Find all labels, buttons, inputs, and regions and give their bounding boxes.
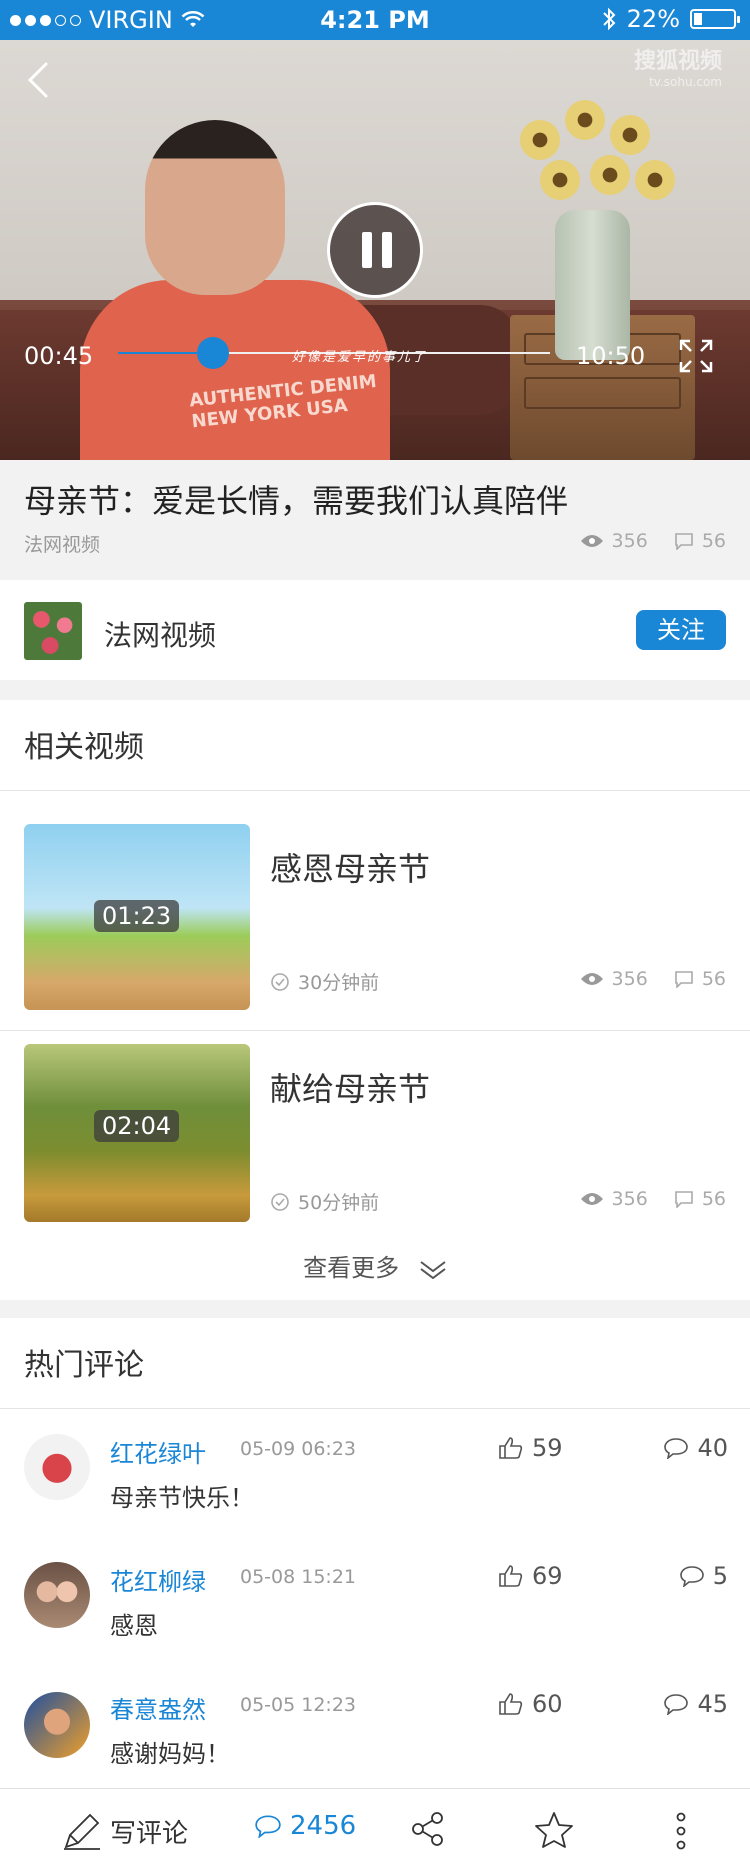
comments-count-button[interactable]: 2456 xyxy=(254,1811,356,1841)
like-button[interactable]: 59 xyxy=(498,1434,563,1462)
watermark-text: 搜狐视频 xyxy=(633,49,722,74)
comment-bubble-icon xyxy=(675,1191,693,1208)
avatar[interactable] xyxy=(24,1434,90,1500)
comments-heading: 热门评论 xyxy=(24,1348,144,1383)
battery-icon xyxy=(690,9,740,29)
video-frame-flowers xyxy=(510,100,680,230)
comment-date: 05-09 06:23 xyxy=(240,1438,357,1460)
video-info: 母亲节：爱是长情，需要我们认真陪伴 法网视频 356 56 xyxy=(0,460,750,580)
comment-text: 感谢妈妈！ xyxy=(110,1740,230,1768)
related-videos-section: 相关视频 01:23 感恩母亲节 30分钟前 356 56 02:04 献给母亲… xyxy=(0,700,750,1300)
view-count: 356 xyxy=(580,968,648,990)
clock-icon xyxy=(271,972,289,991)
view-count: 356 xyxy=(580,530,648,552)
comment-bubble-icon xyxy=(679,1566,704,1587)
reply-button[interactable]: 40 xyxy=(663,1434,728,1462)
see-more-button[interactable]: 查看更多 xyxy=(0,1248,750,1283)
related-title[interactable]: 感恩母亲节 xyxy=(270,844,430,890)
double-chevron-down-icon xyxy=(420,1261,446,1280)
comment-text: 母亲节快乐！ xyxy=(110,1484,254,1512)
video-title: 母亲节：爱是长情，需要我们认真陪伴 xyxy=(24,482,569,520)
current-time: 00:45 xyxy=(24,342,94,370)
comment-count: 56 xyxy=(674,968,726,990)
comment-date: 05-05 12:23 xyxy=(240,1694,357,1716)
avatar[interactable] xyxy=(24,1562,90,1628)
eye-icon xyxy=(580,535,603,547)
related-title[interactable]: 献给母亲节 xyxy=(270,1064,430,1110)
video-frame-vase xyxy=(555,210,630,360)
comment-user[interactable]: 春意盎然 xyxy=(110,1690,206,1725)
more-vertical-icon xyxy=(676,1812,686,1850)
comment-user[interactable]: 花红柳绿 xyxy=(110,1562,206,1597)
related-time: 30分钟前 xyxy=(270,968,379,995)
fullscreen-icon[interactable] xyxy=(678,338,714,374)
star-icon xyxy=(535,1812,573,1848)
follow-button[interactable]: 关注 xyxy=(636,610,726,650)
reply-button[interactable]: 5 xyxy=(679,1562,728,1590)
battery-percent: 22% xyxy=(626,5,680,33)
video-stats: 356 56 xyxy=(554,530,726,552)
back-arrow-icon[interactable] xyxy=(20,60,60,100)
watermark-subtext: tv.sohu.com xyxy=(649,75,722,89)
channel-name[interactable]: 法网视频 xyxy=(104,614,216,654)
reply-button[interactable]: 45 xyxy=(663,1690,728,1718)
clock-icon xyxy=(271,1192,289,1211)
comment-count: 56 xyxy=(674,530,726,552)
related-stats: 356 56 xyxy=(554,968,726,990)
related-thumbnail[interactable]: 02:04 xyxy=(24,1044,250,1222)
more-options-button[interactable] xyxy=(674,1811,688,1851)
comment-date: 05-08 15:21 xyxy=(240,1566,357,1588)
share-button[interactable] xyxy=(410,1811,446,1847)
channel-avatar[interactable] xyxy=(24,602,82,660)
status-right: 22% xyxy=(601,5,740,33)
favorite-button[interactable] xyxy=(534,1811,574,1849)
bluetooth-icon xyxy=(602,7,616,31)
related-stats: 356 56 xyxy=(554,1188,726,1210)
related-heading: 相关视频 xyxy=(24,730,144,765)
comment-bubble-icon xyxy=(255,1815,281,1838)
comment-text: 感恩 xyxy=(110,1612,158,1640)
status-bar: VIRGIN 4:21 PM 22% xyxy=(0,0,750,40)
hot-comments-section: 热门评论 红花绿叶 05-09 06:23 59 40 母亲节快乐！ 花红柳绿 … xyxy=(0,1318,750,1788)
avatar[interactable] xyxy=(24,1692,90,1758)
video-player[interactable]: AUTHENTIC DENIM NEW YORK USA 搜狐视频 tv.soh… xyxy=(0,40,750,460)
share-icon xyxy=(412,1812,443,1846)
thumbs-up-icon xyxy=(499,1693,523,1715)
write-comment-button[interactable]: 写评论 xyxy=(62,1811,188,1851)
comment-count: 56 xyxy=(674,1188,726,1210)
related-thumbnail[interactable]: 01:23 xyxy=(24,824,250,1010)
bottom-toolbar: 写评论 2456 xyxy=(0,1788,750,1874)
pause-button[interactable] xyxy=(327,202,423,298)
progress-handle[interactable] xyxy=(197,337,230,369)
comment-bubble-icon xyxy=(664,1438,689,1459)
comment-bubble-icon xyxy=(675,533,693,550)
related-time: 50分钟前 xyxy=(270,1188,379,1215)
comment-user[interactable]: 红花绿叶 xyxy=(110,1434,206,1469)
video-duration: 02:04 xyxy=(94,1110,180,1142)
channel-row[interactable]: 法网视频 关注 xyxy=(0,580,750,680)
video-watermark: 搜狐视频 tv.sohu.com xyxy=(633,49,722,92)
thumbs-up-icon xyxy=(499,1565,523,1587)
pencil-icon xyxy=(64,1813,100,1850)
eye-icon xyxy=(580,1193,603,1205)
eye-icon xyxy=(580,973,603,985)
video-source: 法网视频 xyxy=(24,534,101,556)
comment-bubble-icon xyxy=(675,971,693,988)
video-duration: 01:23 xyxy=(94,900,180,932)
like-button[interactable]: 60 xyxy=(498,1690,563,1718)
comment-bubble-icon xyxy=(664,1694,689,1715)
thumbs-up-icon xyxy=(499,1437,523,1459)
total-time: 10:50 xyxy=(576,342,646,370)
view-count: 356 xyxy=(580,1188,648,1210)
pause-icon xyxy=(362,232,372,268)
like-button[interactable]: 69 xyxy=(498,1562,563,1590)
video-subtitle: 好像是爱早的事儿了 xyxy=(292,350,428,365)
